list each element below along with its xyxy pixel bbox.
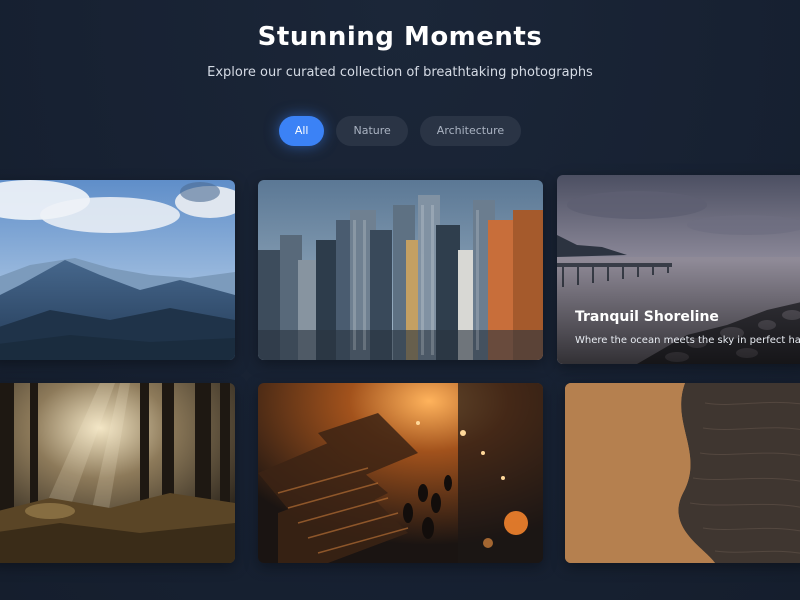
photo-card-city[interactable] <box>258 180 543 360</box>
photo-card-forest[interactable] <box>0 383 235 563</box>
market-image <box>258 383 543 563</box>
city-image <box>258 180 543 360</box>
dunes-image <box>565 383 800 563</box>
featured-caption: Tranquil Shoreline Where the ocean meets… <box>575 309 800 346</box>
filter-bar: All Nature Architecture <box>0 116 800 146</box>
mountains-image <box>0 180 235 360</box>
photo-card-mountains[interactable] <box>0 180 235 360</box>
gallery-page: Stunning Moments Explore our curated col… <box>0 0 800 600</box>
forest-image <box>0 383 235 563</box>
photo-card-market[interactable] <box>258 383 543 563</box>
filter-all-button[interactable]: All <box>278 116 325 146</box>
page-subtitle: Explore our curated collection of breath… <box>207 65 593 80</box>
page-title: Stunning Moments <box>257 22 543 52</box>
filter-nature-button[interactable]: Nature <box>336 116 408 146</box>
filter-architecture-button[interactable]: Architecture <box>419 116 522 146</box>
photo-card-shoreline[interactable]: Tranquil Shoreline Where the ocean meets… <box>557 175 800 364</box>
featured-description: Where the ocean meets the sky in perfect… <box>575 335 800 346</box>
featured-title: Tranquil Shoreline <box>575 309 719 325</box>
photo-card-dunes[interactable] <box>565 383 800 563</box>
